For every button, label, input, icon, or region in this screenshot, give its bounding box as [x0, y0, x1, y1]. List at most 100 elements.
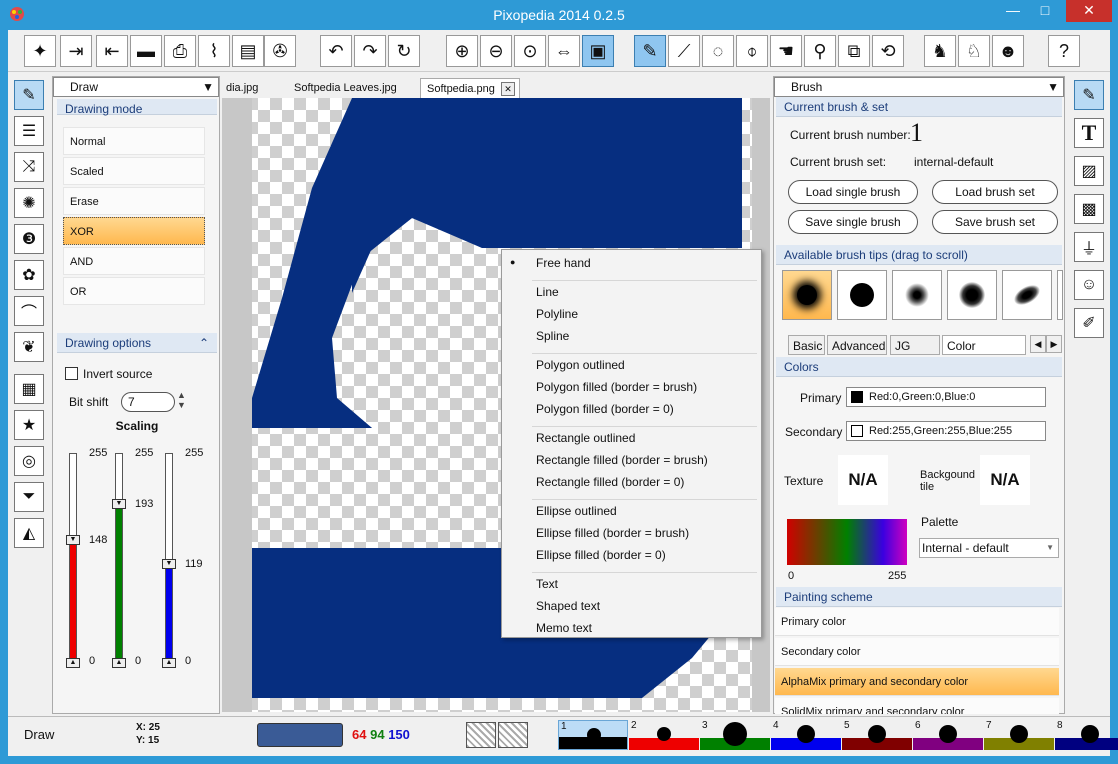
drop-settings-icon[interactable]: ✺	[14, 188, 44, 218]
brush-slot[interactable]: 1	[558, 720, 628, 750]
slider-min-thumb[interactable]: ▲	[162, 658, 176, 668]
menu-item-polygon-filled-border-0[interactable]: Polygon filled (border = 0)	[536, 402, 674, 416]
drawing-mode-erase[interactable]: Erase	[63, 187, 205, 215]
menu-item-ellipse-outlined[interactable]: Ellipse outlined	[536, 504, 617, 518]
picture-icon[interactable]: ▩	[1074, 194, 1104, 224]
invert-source-checkbox[interactable]	[65, 367, 78, 380]
grid-icon[interactable]: ▦	[14, 374, 44, 404]
undo-icon[interactable]: ↶	[320, 35, 352, 67]
draw-panel-header[interactable]: Draw ▼	[53, 77, 219, 97]
menu-item-shaped-text[interactable]: Shaped text	[536, 599, 600, 613]
painting-scheme-item[interactable]: SolidMix primary and secondary color	[775, 698, 1059, 714]
slider-track[interactable]: ▼ ▲	[112, 453, 126, 668]
rotate-tool-icon[interactable]: ⟲	[872, 35, 904, 67]
tab-dia[interactable]: dia.jpg	[220, 78, 264, 98]
drawing-mode-scaled[interactable]: Scaled	[63, 157, 205, 185]
pencil-tool-icon[interactable]: ✎	[634, 35, 666, 67]
tab-scroll-left[interactable]: ◀	[1030, 335, 1046, 353]
plug-icon[interactable]: ⏚	[1074, 232, 1104, 262]
hand-tool-icon[interactable]: ☚	[770, 35, 802, 67]
settings-wrench-icon[interactable]: ✇	[264, 35, 296, 67]
brush-slot[interactable]: 7	[984, 720, 1054, 750]
new-file-icon[interactable]: ✦	[24, 35, 56, 67]
painting-scheme-item[interactable]: AlphaMix primary and secondary color	[775, 668, 1059, 696]
drawing-mode-xor[interactable]: XOR	[63, 217, 205, 245]
scanner-icon[interactable]: ⌇	[198, 35, 230, 67]
menu-item-rectangle-filled-border-0[interactable]: Rectangle filled (border = 0)	[536, 475, 684, 489]
fullscreen-icon[interactable]: ▣	[582, 35, 614, 67]
bit-shift-stepper[interactable]: ▲ ▼	[177, 390, 186, 410]
menu-item-polyline[interactable]: Polyline	[536, 307, 578, 321]
background-tile-preview[interactable]: N/A	[980, 455, 1030, 505]
tab-softpedia-png[interactable]: Softpedia.png ✕	[420, 78, 520, 98]
theater-masks-icon[interactable]: ☺	[1074, 270, 1104, 300]
tab-scroll-right[interactable]: ▶	[1046, 335, 1062, 353]
pattern-swatch-secondary[interactable]	[498, 722, 528, 748]
save-single-brush-button[interactable]: Save single brush	[788, 210, 918, 234]
brush-tip-soft[interactable]	[782, 270, 832, 320]
close-button[interactable]: ✕	[1066, 0, 1112, 22]
flower-icon[interactable]: ✿	[14, 260, 44, 290]
funnel-icon[interactable]: ⏷	[14, 482, 44, 512]
paint-brush-icon[interactable]: ✐	[1074, 308, 1104, 338]
brush-slot[interactable]: 8	[1055, 720, 1118, 750]
draw-tool-icon[interactable]: ✎	[14, 80, 44, 110]
brush-tip-partial[interactable]	[1057, 270, 1063, 320]
slider-track[interactable]: ▼ ▲	[162, 453, 176, 668]
spiral-icon[interactable]: ◎	[14, 446, 44, 476]
drawing-mode-or[interactable]: OR	[63, 277, 205, 305]
redo-icon[interactable]: ↷	[354, 35, 386, 67]
primary-color-field[interactable]: Red:0,Green:0,Blue:0	[846, 387, 1046, 407]
mask-icon[interactable]: ☻	[992, 35, 1024, 67]
menu-item-polygon-outlined[interactable]: Polygon outlined	[536, 358, 625, 372]
brush-tip-splatter[interactable]	[947, 270, 997, 320]
refresh-icon[interactable]: ↻	[388, 35, 420, 67]
help-icon[interactable]: ?	[1048, 35, 1080, 67]
export-icon[interactable]: ⇤	[96, 35, 128, 67]
save-brush-set-button[interactable]: Save brush set	[932, 210, 1058, 234]
pattern-swatch-primary[interactable]	[466, 722, 496, 748]
brush-slot[interactable]: 4	[771, 720, 841, 750]
close-tab-icon[interactable]: ✕	[501, 82, 515, 96]
selection-tool-icon[interactable]: ◌	[702, 35, 734, 67]
brush-panel-header[interactable]: Brush ▼	[774, 77, 1064, 97]
maximize-button[interactable]: □	[1030, 0, 1060, 22]
magnify-tool-icon[interactable]: ⚲	[804, 35, 836, 67]
rainbow-icon[interactable]: ⌒	[14, 296, 44, 326]
brush-slot[interactable]: 5	[842, 720, 912, 750]
pizza-icon[interactable]: ◭	[14, 518, 44, 548]
chevron-down-icon[interactable]: ▼	[1047, 78, 1059, 96]
zoom-in-icon[interactable]: ⊕	[446, 35, 478, 67]
open-folder-icon[interactable]: ▬	[130, 35, 162, 67]
slider-thumb[interactable]: ▼	[162, 558, 176, 569]
brush-tool-icon[interactable]: ✎	[1074, 80, 1104, 110]
brush-tip-spray[interactable]	[892, 270, 942, 320]
shuffle-icon[interactable]: ⤨	[14, 152, 44, 182]
drawing-mode-and[interactable]: AND	[63, 247, 205, 275]
tab-softpedia-leaves[interactable]: Softpedia Leaves.jpg	[288, 78, 403, 98]
path-tool-icon[interactable]: ⟋	[668, 35, 700, 67]
menu-item-rectangle-outlined[interactable]: Rectangle outlined	[536, 431, 635, 445]
menu-item-rectangle-filled-border-brush[interactable]: Rectangle filled (border = brush)	[536, 453, 708, 467]
image-frame-icon[interactable]: ▨	[1074, 156, 1104, 186]
menu-item-memo-text[interactable]: Memo text	[536, 621, 592, 635]
clipboard-icon[interactable]: ▤	[232, 35, 264, 67]
palette-select[interactable]: Internal - default ▼	[919, 538, 1059, 558]
bit-shift-input[interactable]: 7	[121, 392, 175, 412]
crop-tool-icon[interactable]: ⧉	[838, 35, 870, 67]
tab-color-sceheme[interactable]: Color sceheme	[942, 335, 1026, 373]
secondary-color-field[interactable]: Red:255,Green:255,Blue:255	[846, 421, 1046, 441]
menu-item-polygon-filled-border-brush[interactable]: Polygon filled (border = brush)	[536, 380, 697, 394]
slider-track[interactable]: ▼ ▲	[66, 453, 80, 668]
star-wand-icon[interactable]: ★	[14, 410, 44, 440]
cat-black-icon[interactable]: ♞	[924, 35, 956, 67]
current-color-swatch[interactable]	[257, 723, 343, 747]
painting-scheme-item[interactable]: Primary color	[775, 608, 1059, 636]
brush-tip-rough[interactable]	[1002, 270, 1052, 320]
chevron-down-icon[interactable]: ▼	[202, 78, 214, 96]
menu-item-ellipse-filled-border-0[interactable]: Ellipse filled (border = 0)	[536, 548, 666, 562]
texture-preview[interactable]: N/A	[838, 455, 888, 505]
zoom-fit-icon[interactable]: ⊙	[514, 35, 546, 67]
menu-item-text[interactable]: Text	[536, 577, 558, 591]
menu-item-free-hand[interactable]: Free hand	[536, 256, 591, 270]
